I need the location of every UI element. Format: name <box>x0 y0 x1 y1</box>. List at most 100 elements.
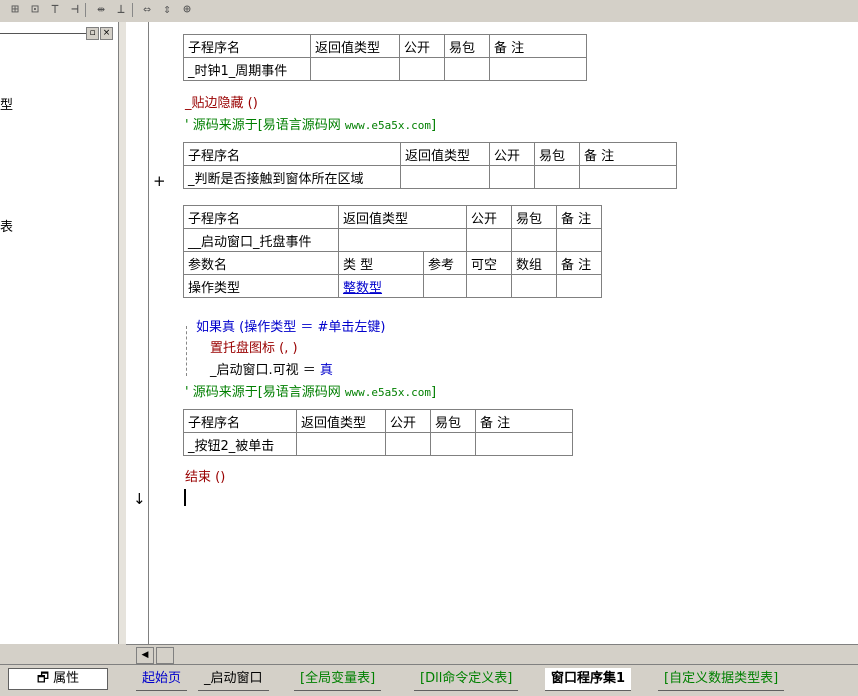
cell[interactable] <box>511 274 557 298</box>
cell[interactable] <box>511 228 557 252</box>
header-cell: 易包 <box>444 34 490 58</box>
cell[interactable] <box>475 432 573 456</box>
subroutine-name-cell[interactable]: _时钟1_周期事件 <box>183 57 311 81</box>
cell[interactable] <box>466 274 512 298</box>
param-header-cell: 数组 <box>511 251 557 275</box>
subroutine-name-cell[interactable]: _判断是否接触到窗体所在区域 <box>183 165 401 189</box>
cell[interactable] <box>400 165 490 189</box>
tab-global-vars[interactable]: [全局变量表] <box>294 668 382 691</box>
align-top-icon[interactable]: ⊤ <box>46 1 64 18</box>
scroll-right-icon[interactable] <box>156 647 174 664</box>
header-cell: 子程序名 <box>183 34 311 58</box>
cell[interactable] <box>466 228 512 252</box>
code-text: _启动窗口.可视 ＝ <box>210 363 320 378</box>
header-cell: 返回值类型 <box>310 34 400 58</box>
tab-window-assembly[interactable]: 窗口程序集1 <box>545 668 632 691</box>
param-header-cell: 参考 <box>423 251 467 275</box>
subroutine-name-cell[interactable]: _按钮2_被单击 <box>183 432 297 456</box>
header-cell: 备 注 <box>489 34 587 58</box>
comment-url: www.e5a5x.com <box>344 119 432 132</box>
comment-line[interactable]: ' 源码来源于[易语言源码网 www.e5a5x.com] <box>185 114 436 133</box>
header-cell: 子程序名 <box>183 205 339 229</box>
code-line[interactable]: 结束 () <box>185 466 225 485</box>
cell[interactable] <box>423 274 467 298</box>
header-cell: 公开 <box>385 409 431 433</box>
param-name-cell[interactable]: 操作类型 <box>183 274 339 298</box>
code-line[interactable]: _启动窗口.可视 ＝ 真 <box>210 359 333 378</box>
header-cell: 公开 <box>399 34 445 58</box>
header-cell: 备 注 <box>475 409 573 433</box>
cell[interactable] <box>430 432 476 456</box>
properties-icon: 🗗 <box>36 671 50 686</box>
align-center-icon[interactable]: ⊡ <box>26 1 44 18</box>
same-height-icon[interactable]: ⊥ <box>112 1 130 18</box>
subroutine-name-cell[interactable]: __启动窗口_托盘事件 <box>183 228 339 252</box>
comment-text: ] <box>431 385 437 400</box>
subroutine-table: 子程序名 返回值类型 公开 易包 备 注 __启动窗口_托盘事件 参数名 类 型… <box>183 205 602 298</box>
param-header-cell: 类 型 <box>338 251 424 275</box>
cell[interactable] <box>556 228 602 252</box>
align-right-icon[interactable]: ⊣ <box>66 1 84 18</box>
tab-bar: 🗗 属性 起始页 _启动窗口 [全局变量表] [Dll命令定义表] 窗口程序集1… <box>0 664 858 696</box>
cell[interactable] <box>338 228 467 252</box>
header-cell: 易包 <box>430 409 476 433</box>
tab-custom-types[interactable]: [自定义数据类型表] <box>658 668 785 691</box>
expand-icon[interactable]: + <box>153 172 166 190</box>
param-type-cell[interactable]: 整数型 <box>338 274 424 298</box>
code-keyword: 真 <box>319 363 333 378</box>
comment-text: ] <box>431 118 437 133</box>
comment-url: www.e5a5x.com <box>344 386 432 399</box>
close-button[interactable]: × <box>100 27 113 40</box>
text-caret <box>184 489 186 506</box>
code-line[interactable]: 置托盘图标 (, ) <box>210 337 298 356</box>
tab-dll-commands[interactable]: [Dll命令定义表] <box>414 668 519 691</box>
same-width-icon[interactable]: ⇹ <box>92 1 110 18</box>
subroutine-table: 子程序名 返回值类型 公开 易包 备 注 _按钮2_被单击 <box>183 409 573 456</box>
tab-start-window[interactable]: _启动窗口 <box>198 668 269 691</box>
subroutine-table: 子程序名 返回值类型 公开 易包 备 注 _判断是否接触到窗体所在区域 <box>183 142 677 189</box>
header-cell: 子程序名 <box>183 409 297 433</box>
align-left-icon[interactable]: ⊞ <box>6 1 24 18</box>
header-cell: 易包 <box>534 142 580 166</box>
toolbar: ⊞ ⊡ ⊤ ⊣ ⇹ ⊥ ⇔ ⇕ ⊕ <box>0 0 858 23</box>
toolbar-divider <box>132 3 133 17</box>
cell[interactable] <box>579 165 677 189</box>
cell[interactable] <box>399 57 445 81</box>
properties-tab[interactable]: 🗗 属性 <box>8 668 108 690</box>
code-line[interactable]: _贴边隐藏 () <box>185 92 258 111</box>
header-cell: 备 注 <box>579 142 677 166</box>
stretch-width-icon[interactable]: ⇔ <box>138 1 156 18</box>
param-header-cell: 备 注 <box>556 251 602 275</box>
toolbar-divider <box>85 3 86 17</box>
center-icon[interactable]: ⊕ <box>178 1 196 18</box>
stretch-height-icon[interactable]: ⇕ <box>158 1 176 18</box>
code-line-if[interactable]: 如果真 (操作类型 ＝ #单击左键) <box>196 316 385 335</box>
tree-item[interactable]: 表 <box>0 216 13 235</box>
param-header-cell: 参数名 <box>183 251 339 275</box>
minimize-button[interactable]: ▫ <box>86 27 99 40</box>
cell[interactable] <box>489 57 587 81</box>
subroutine-table: 子程序名 返回值类型 公开 易包 备 注 _时钟1_周期事件 <box>183 34 587 81</box>
header-cell: 返回值类型 <box>296 409 386 433</box>
scroll-left-icon[interactable]: ◀ <box>136 647 154 664</box>
tab-start-page[interactable]: 起始页 <box>136 668 188 691</box>
cell[interactable] <box>310 57 400 81</box>
param-header-cell: 可空 <box>466 251 512 275</box>
left-panel: ▫ × 型 表 <box>0 22 119 644</box>
properties-label: 属性 <box>53 671 80 686</box>
header-cell: 返回值类型 <box>338 205 467 229</box>
header-cell: 备 注 <box>556 205 602 229</box>
header-cell: 公开 <box>466 205 512 229</box>
comment-line[interactable]: ' 源码来源于[易语言源码网 www.e5a5x.com] <box>185 381 436 400</box>
cell[interactable] <box>556 274 602 298</box>
header-cell: 子程序名 <box>183 142 401 166</box>
cell[interactable] <box>385 432 431 456</box>
panel-title-bar <box>0 33 86 34</box>
cell[interactable] <box>534 165 580 189</box>
tree-item[interactable]: 型 <box>0 94 13 113</box>
cell[interactable] <box>296 432 386 456</box>
cell[interactable] <box>444 57 490 81</box>
cell[interactable] <box>489 165 535 189</box>
comment-text: ' 源码来源于[易语言源码网 <box>185 385 345 400</box>
horizontal-scrollbar[interactable]: ◀ <box>126 644 858 665</box>
